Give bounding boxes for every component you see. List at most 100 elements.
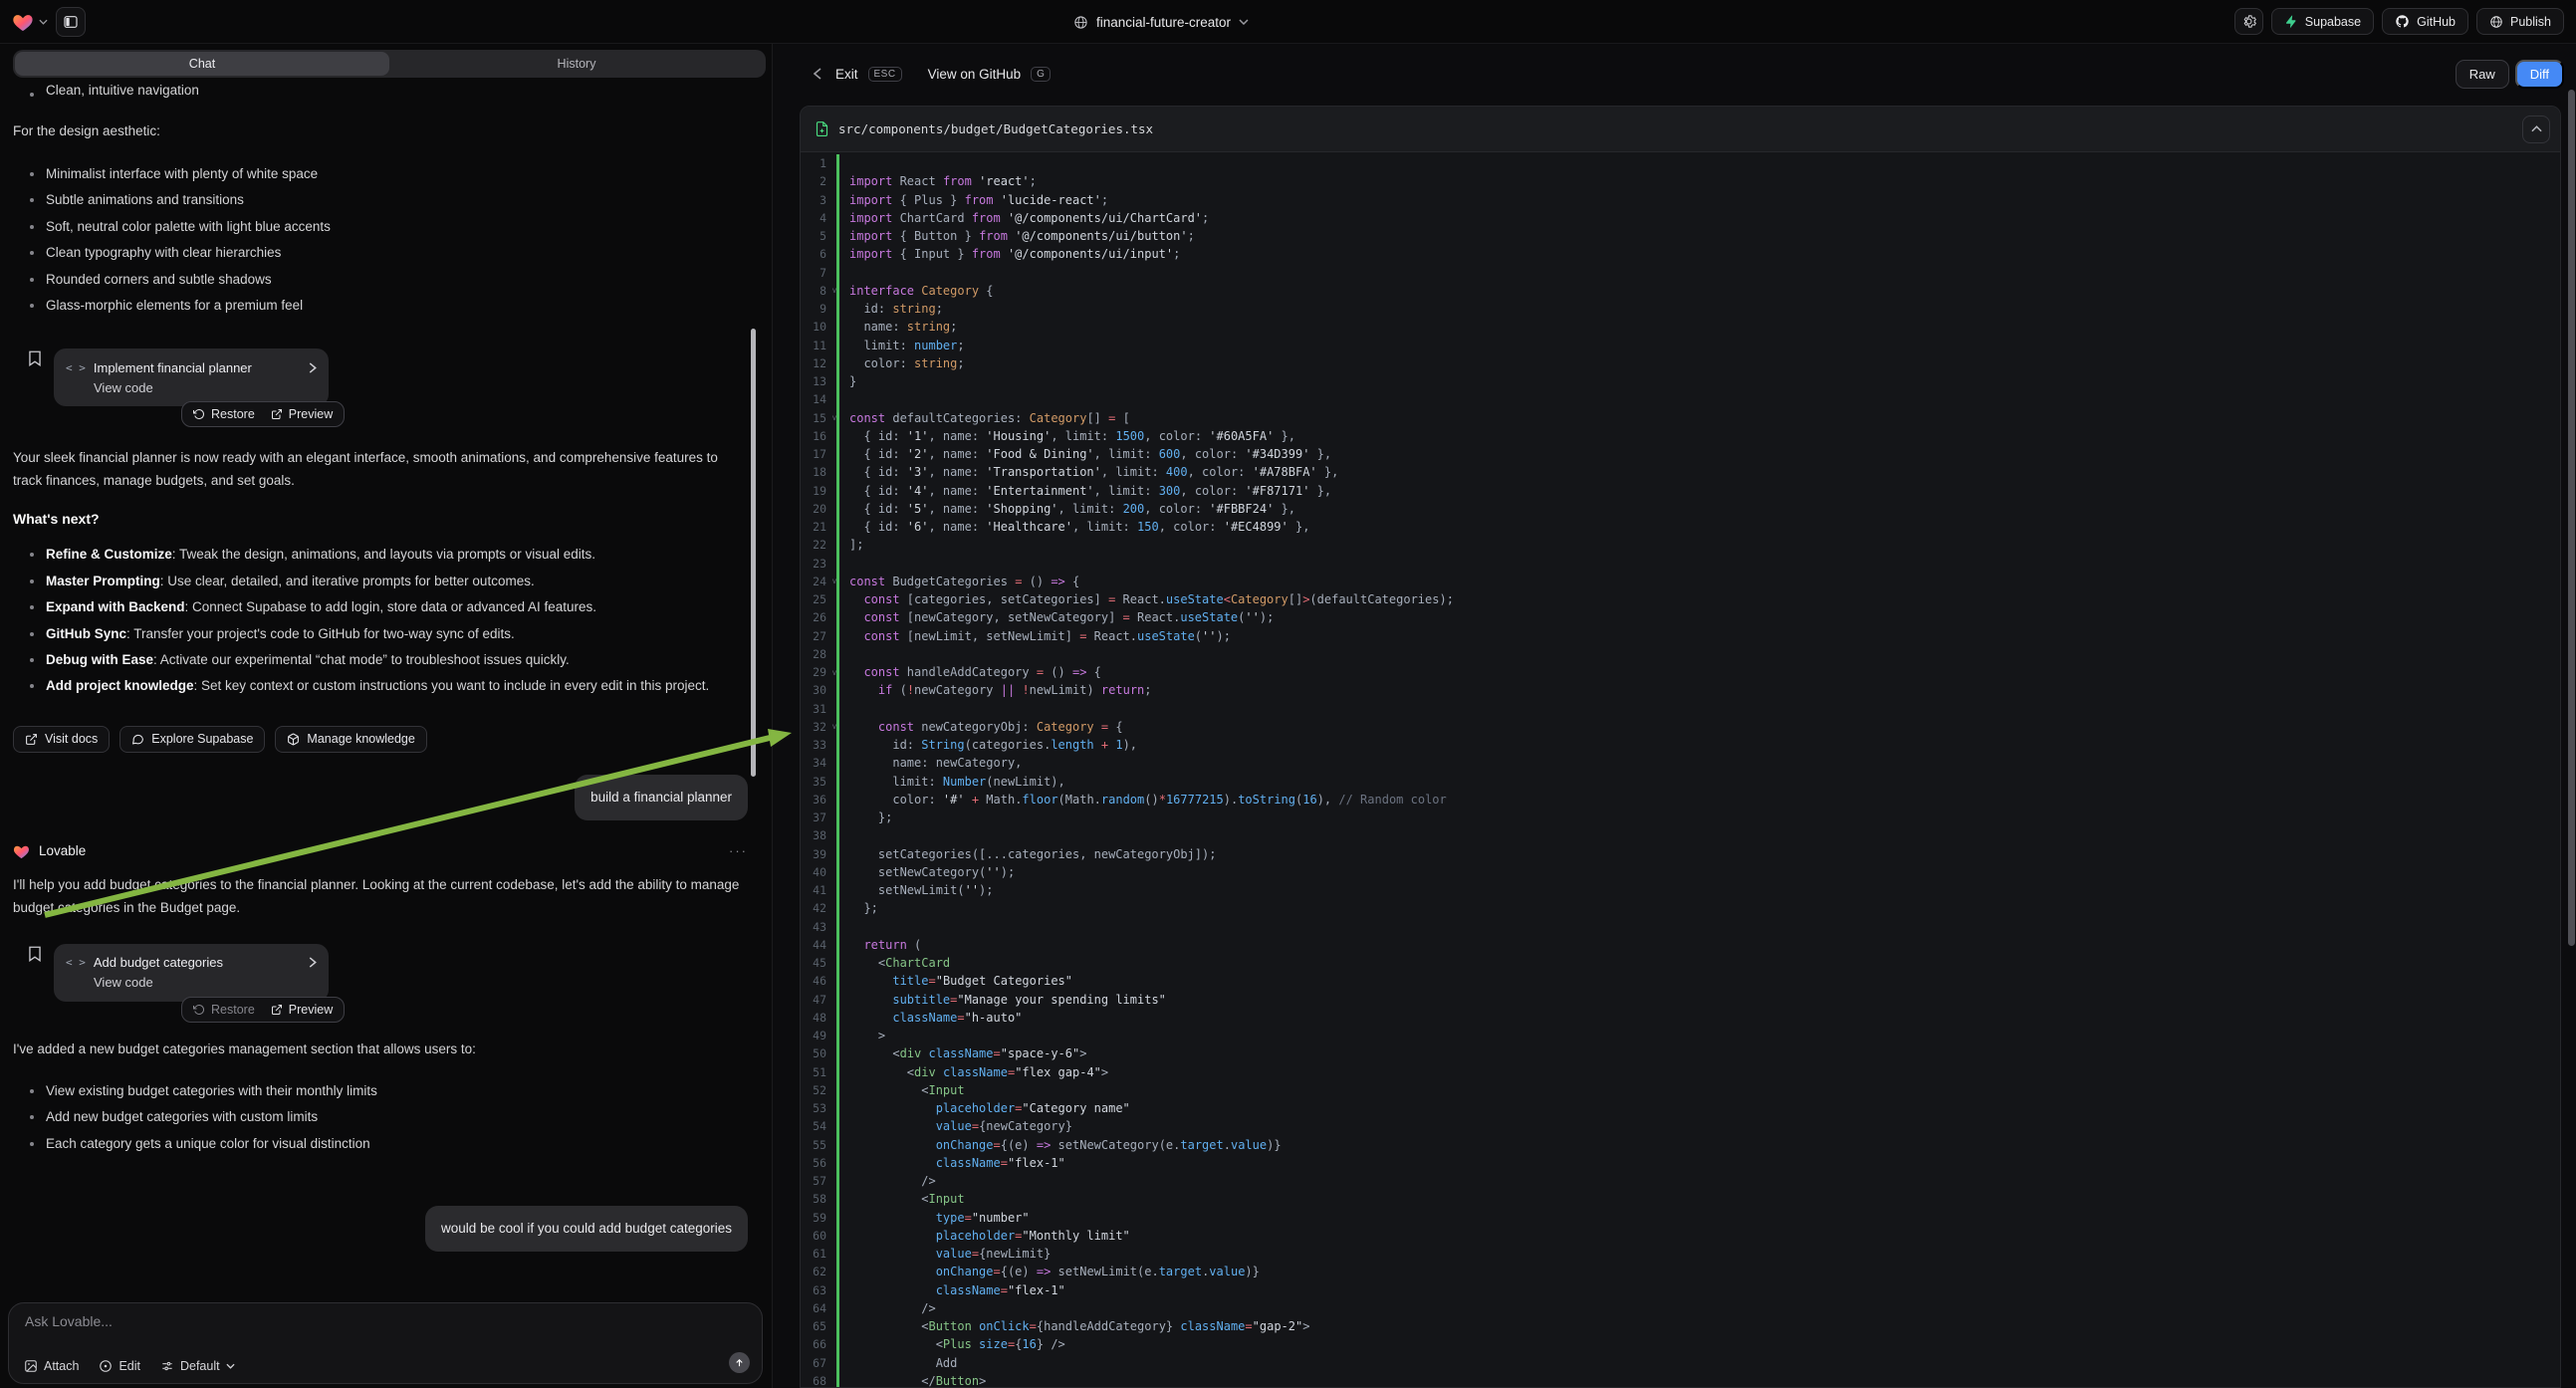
line-number: 54 — [801, 1119, 826, 1133]
line-number: 37 — [801, 810, 826, 824]
code-line: 18 { id: '3', name: 'Transportation', li… — [801, 463, 2560, 481]
view-code-link[interactable]: View code — [66, 377, 317, 397]
code-line: 56 className="flex-1" — [801, 1154, 2560, 1172]
preview-button[interactable]: Preview — [271, 1003, 333, 1017]
code-line: 62 onChange={(e) => setNewLimit(e.target… — [801, 1263, 2560, 1280]
code-line: 47 subtitle="Manage your spending limits… — [801, 991, 2560, 1009]
whats-next-heading: What's next? — [13, 509, 748, 530]
code-line: 43 — [801, 918, 2560, 936]
code-line: 32v const newCategoryObj: Category = { — [801, 718, 2560, 736]
code-icon: < > — [66, 956, 86, 969]
code-line: 65 <Button onClick={handleAddCategory} c… — [801, 1317, 2560, 1335]
line-number: 50 — [801, 1046, 826, 1060]
line-number: 59 — [801, 1211, 826, 1225]
chevron-right-icon[interactable] — [309, 362, 317, 373]
line-number: 51 — [801, 1065, 826, 1079]
line-number: 40 — [801, 865, 826, 879]
assistant-name: Lovable — [39, 843, 86, 858]
code-content[interactable]: 12import React from 'react';3import { Pl… — [801, 152, 2560, 1388]
line-number: 5 — [801, 229, 826, 243]
supabase-button[interactable]: Supabase — [2271, 8, 2374, 35]
edit-label: Edit — [118, 1359, 140, 1373]
diff-added-bar — [836, 154, 839, 1388]
list-item: Minimalist interface with plenty of whit… — [13, 161, 748, 187]
external-link-icon — [25, 733, 38, 746]
restore-button[interactable]: Restore — [193, 1003, 255, 1017]
chevron-down-icon — [39, 19, 48, 25]
project-switcher[interactable]: financial-future-creator — [1073, 0, 1249, 44]
code-viewer-panel: Exit ESC View on GitHub G Raw Diff — [773, 44, 2576, 1388]
view-on-github-button[interactable]: View on GitHub — [928, 67, 1022, 82]
preview-button[interactable]: Preview — [271, 407, 333, 421]
external-link-icon — [271, 1004, 283, 1016]
line-number: 30 — [801, 683, 826, 697]
send-button[interactable] — [729, 1352, 750, 1373]
explore-supabase-button[interactable]: Explore Supabase — [119, 726, 265, 753]
exit-button[interactable]: Exit — [835, 67, 858, 82]
restore-icon — [193, 1004, 205, 1016]
tab-chat[interactable]: Chat — [15, 52, 389, 76]
github-button[interactable]: GitHub — [2382, 8, 2468, 35]
code-line: 2import React from 'react'; — [801, 172, 2560, 190]
code-line: 5import { Button } from '@/components/ui… — [801, 227, 2560, 245]
line-number: 13 — [801, 374, 826, 388]
code-line: 61 value={newLimit} — [801, 1245, 2560, 1263]
mode-select[interactable]: Default — [160, 1359, 235, 1373]
code-line: 35 limit: Number(newLimit), — [801, 773, 2560, 791]
visit-docs-label: Visit docs — [45, 732, 98, 746]
line-number: 26 — [801, 610, 826, 624]
tab-history[interactable]: History — [389, 52, 764, 76]
attach-button[interactable]: Attach — [24, 1359, 79, 1373]
chat-input[interactable] — [25, 1313, 746, 1347]
added-features-list: View existing budget categories with the… — [13, 1078, 748, 1157]
code-line: 45 <ChartCard — [801, 954, 2560, 972]
line-number: 20 — [801, 502, 826, 516]
diff-toggle-button[interactable]: Diff — [2515, 60, 2564, 89]
code-line: 28 — [801, 645, 2560, 663]
version-card-add-budget-categories[interactable]: < > Add budget categories View code Rest… — [54, 944, 329, 1002]
code-line: 1 — [801, 154, 2560, 172]
publish-button[interactable]: Publish — [2476, 8, 2564, 35]
page-scrollbar-thumb[interactable] — [2568, 90, 2575, 946]
line-number: 42 — [801, 901, 826, 915]
file-header[interactable]: src/components/budget/BudgetCategories.t… — [801, 107, 2560, 152]
code-line: 33 id: String(categories.length + 1), — [801, 736, 2560, 754]
list-item: Subtle animations and transitions — [13, 187, 748, 213]
line-number: 28 — [801, 647, 826, 661]
manage-knowledge-button[interactable]: Manage knowledge — [275, 726, 426, 753]
target-icon — [99, 1359, 113, 1373]
bookmark-icon[interactable] — [28, 350, 42, 366]
visit-docs-button[interactable]: Visit docs — [13, 726, 110, 753]
raw-toggle-button[interactable]: Raw — [2456, 60, 2509, 89]
lovable-logo-menu[interactable] — [12, 12, 48, 32]
line-number: 41 — [801, 883, 826, 897]
settings-button[interactable] — [2234, 8, 2263, 35]
collapse-file-button[interactable] — [2522, 116, 2550, 143]
sliders-icon — [160, 1359, 174, 1373]
message-menu-button[interactable]: ··· — [729, 843, 748, 858]
list-item: View existing budget categories with the… — [13, 1078, 748, 1104]
code-line: 26 const [newCategory, setNewCategory] =… — [801, 608, 2560, 626]
g-key-badge: G — [1031, 67, 1051, 82]
line-number: 29 — [801, 665, 826, 679]
chat-scroll-area[interactable]: Clean, intuitive navigation For the desi… — [0, 82, 772, 1252]
view-code-link[interactable]: View code — [66, 973, 317, 993]
version-card-implement-planner[interactable]: < > Implement financial planner View cod… — [54, 348, 329, 406]
restore-button[interactable]: Restore — [193, 407, 255, 421]
globe-icon — [1073, 15, 1088, 30]
code-line: 42 }; — [801, 899, 2560, 917]
list-item: Glass-morphic elements for a premium fee… — [13, 293, 748, 319]
code-line: 53 placeholder="Category name" — [801, 1099, 2560, 1117]
line-number: 46 — [801, 974, 826, 988]
code-line: 21 { id: '6', name: 'Healthcare', limit:… — [801, 518, 2560, 536]
edit-button[interactable]: Edit — [99, 1359, 140, 1373]
code-line: 46 title="Budget Categories" — [801, 972, 2560, 990]
chevron-right-icon[interactable] — [309, 957, 317, 968]
sidebar-toggle-button[interactable] — [56, 7, 86, 37]
assistant-message: I'll help you add budget categories to t… — [13, 873, 748, 919]
bookmark-icon[interactable] — [28, 946, 42, 962]
line-number: 66 — [801, 1337, 826, 1351]
line-number: 21 — [801, 520, 826, 534]
chat-scrollbar-thumb[interactable] — [751, 329, 756, 777]
line-number: 14 — [801, 392, 826, 406]
